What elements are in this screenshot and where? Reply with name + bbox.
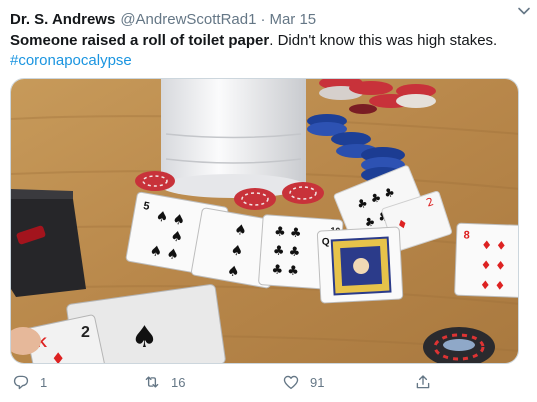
- card-queen-label: Q: [322, 237, 331, 248]
- separator-dot: ·: [260, 10, 266, 28]
- retweet-icon: [145, 376, 159, 388]
- tweet-text-bold: Someone raised a roll of toilet paper: [10, 32, 270, 49]
- poker-table-photo: ♣ ♣ ♣ ♣ ♣ ♣ ♦ 2 5 ♠ ♠ ♠ ♠ ♠ ♠ ♠ ♠ 3 ♣ ♣: [11, 79, 518, 364]
- card-eight-label: 8: [463, 229, 470, 241]
- display-name[interactable]: Dr. S. Andrews: [10, 11, 115, 28]
- share-button[interactable]: [414, 373, 432, 391]
- tweet-photo[interactable]: ♣ ♣ ♣ ♣ ♣ ♣ ♦ 2 5 ♠ ♠ ♠ ♠ ♠ ♠ ♠ ♠ 3 ♣ ♣: [10, 78, 519, 364]
- tweet-date[interactable]: Mar 15: [269, 11, 316, 28]
- reply-icon: [13, 375, 29, 390]
- tweet-text: Someone raised a roll of toilet paper. D…: [10, 31, 525, 71]
- chevron-down-icon[interactable]: [517, 4, 531, 18]
- tweet-header: Dr. S. Andrews @AndrewScottRad1 · Mar 15: [10, 8, 527, 30]
- svg-text:♦ ♦: ♦ ♦: [481, 238, 507, 253]
- svg-text:♠: ♠: [131, 320, 158, 355]
- heart-icon: [283, 375, 299, 390]
- reply-count: 1: [40, 374, 48, 390]
- user-handle[interactable]: @AndrewScottRad1: [120, 11, 256, 28]
- svg-text:♣ ♣: ♣ ♣: [274, 224, 302, 241]
- svg-text:♦ ♦: ♦ ♦: [480, 278, 506, 293]
- hashtag-link[interactable]: #coronapocalypse: [10, 52, 132, 69]
- tweet-actions: 1 16 91: [0, 370, 537, 398]
- card-two-spades-label: 2: [81, 324, 90, 341]
- card-eight-diamonds: 8 ♦ ♦ ♦ ♦ ♦ ♦: [454, 222, 518, 298]
- svg-text:♦: ♦: [51, 349, 65, 364]
- like-button[interactable]: 91: [282, 373, 324, 391]
- retweet-button[interactable]: 16: [143, 373, 185, 391]
- svg-text:♣ ♣: ♣ ♣: [272, 243, 300, 260]
- svg-text:♣ ♣: ♣ ♣: [271, 262, 299, 279]
- like-count: 91: [310, 374, 325, 390]
- toilet-paper-roll: [161, 79, 306, 198]
- card-queen-clubs: Q: [316, 226, 404, 304]
- reply-button[interactable]: 1: [12, 373, 47, 391]
- share-icon: [416, 375, 430, 389]
- retweet-count: 16: [171, 374, 186, 390]
- svg-text:♦ ♦: ♦ ♦: [480, 258, 506, 273]
- tweet-text-rest: . Didn't know this was high stakes.: [269, 32, 498, 49]
